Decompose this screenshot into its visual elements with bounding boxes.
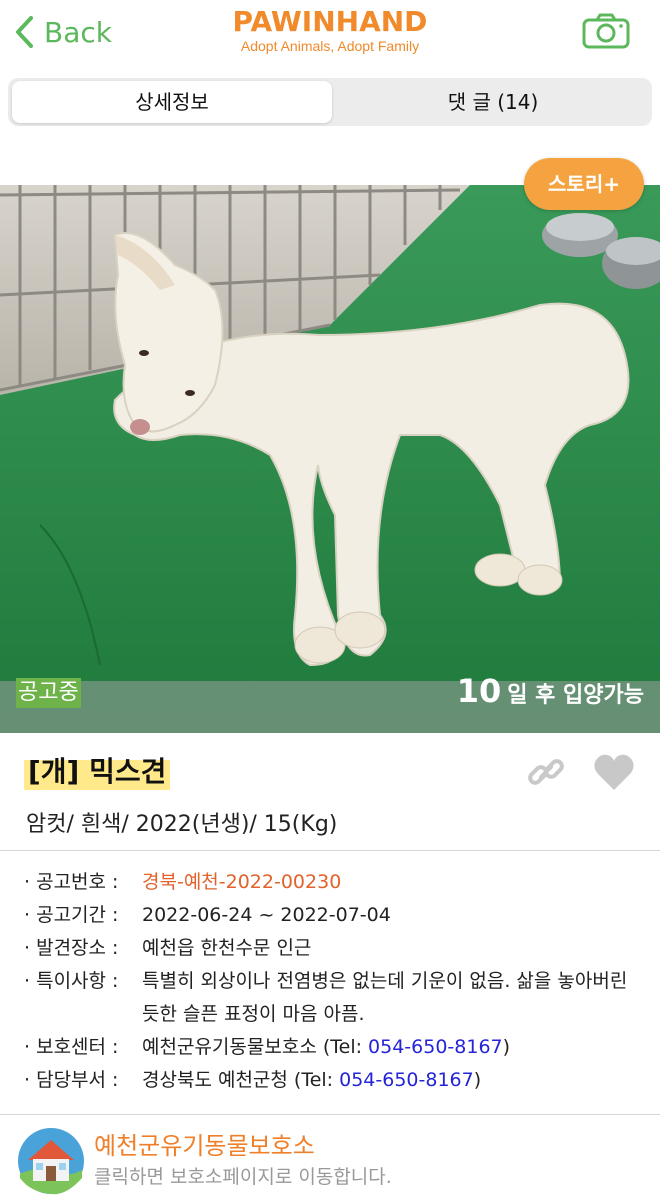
animal-photo	[0, 185, 660, 733]
dept-name: 경상북도 예천군청 (Tel:	[142, 1069, 340, 1091]
back-button[interactable]: Back	[14, 14, 112, 50]
detail-key: 공고기간 :	[24, 899, 142, 932]
tab-details[interactable]: 상세정보	[12, 81, 332, 123]
story-button[interactable]: 스토리+	[524, 158, 644, 210]
department: 경상북도 예천군청 (Tel: 054-650-8167)	[142, 1064, 644, 1097]
detail-row-note: 특이사항 : 특별히 외상이나 전염병은 없는데 기운이 없음. 삶을 놓아버린…	[24, 965, 644, 1031]
back-label: Back	[44, 15, 112, 49]
center-close: )	[502, 1036, 511, 1058]
tab-comments[interactable]: 댓 글 (14)	[338, 81, 648, 123]
notice-period: 2022-06-24 ~ 2022-07-04	[142, 904, 391, 926]
status-badge: 공고중	[16, 678, 81, 708]
chevron-left-icon	[16, 16, 33, 48]
adopt-days: 10	[456, 672, 502, 710]
detail-row-dept: 담당부서 : 경상북도 예천군청 (Tel: 054-650-8167)	[24, 1064, 644, 1097]
shelter-house-icon[interactable]	[16, 1126, 86, 1196]
heart-icon[interactable]	[592, 750, 636, 794]
header-bar: Back PAWINHAND Adopt Animals, Adopt Fami…	[0, 0, 660, 70]
detail-row-center: 보호센터 : 예천군유기동물보호소 (Tel: 054-650-8167)	[24, 1031, 644, 1064]
center-name: 예천군유기동물보호소 (Tel:	[142, 1036, 369, 1058]
animal-title: [개] 믹스견	[24, 752, 171, 792]
animal-summary: 암컷/ 흰색/ 2022(년생)/ 15(Kg)	[26, 812, 338, 837]
dept-close: )	[473, 1069, 482, 1091]
notice-number: 경북-예천-2022-00230	[142, 871, 342, 893]
detail-row-found: 발견장소 : 예천읍 한천수문 인근	[24, 932, 644, 965]
detail-key: 특이사항 :	[24, 965, 142, 1031]
shelter-center: 예천군유기동물보호소 (Tel: 054-650-8167)	[142, 1031, 644, 1064]
detail-key: 담당부서 :	[24, 1064, 142, 1097]
app-logo: PAWINHAND Adopt Animals, Adopt Family	[200, 5, 460, 55]
detail-list: 공고번호 : 경북-예천-2022-00230 공고기간 : 2022-06-2…	[24, 866, 644, 1097]
detail-key: 보호센터 :	[24, 1031, 142, 1064]
detail-key: 공고번호 :	[24, 866, 142, 899]
center-phone-link[interactable]: 054-650-8167	[368, 1036, 503, 1058]
link-icon[interactable]	[524, 750, 568, 794]
shelter-description: 클릭하면 보호소페이지로 이동합니다.	[94, 1166, 392, 1188]
tab-bar: 상세정보 댓 글 (14)	[8, 78, 652, 126]
logo-tagline: Adopt Animals, Adopt Family	[240, 38, 420, 54]
camera-icon[interactable]	[582, 13, 630, 49]
divider	[0, 1114, 660, 1115]
found-location: 예천읍 한천수문 인근	[142, 937, 312, 959]
shelter-name-link[interactable]: 예천군유기동물보호소	[94, 1126, 315, 1161]
logo-title: PAWINHAND	[232, 5, 428, 38]
dept-phone-link[interactable]: 054-650-8167	[339, 1069, 474, 1091]
adopt-text: 일 후 입양가능	[507, 683, 644, 708]
detail-row-notice: 공고번호 : 경북-예천-2022-00230	[24, 866, 644, 899]
adopt-countdown: 10 일 후 입양가능	[457, 672, 644, 710]
detail-key: 발견장소 :	[24, 932, 142, 965]
divider	[0, 850, 660, 851]
special-note: 특별히 외상이나 전염병은 없는데 기운이 없음. 삶을 놓아버린 듯한 슬픈 …	[142, 970, 628, 1025]
detail-row-period: 공고기간 : 2022-06-24 ~ 2022-07-04	[24, 899, 644, 932]
